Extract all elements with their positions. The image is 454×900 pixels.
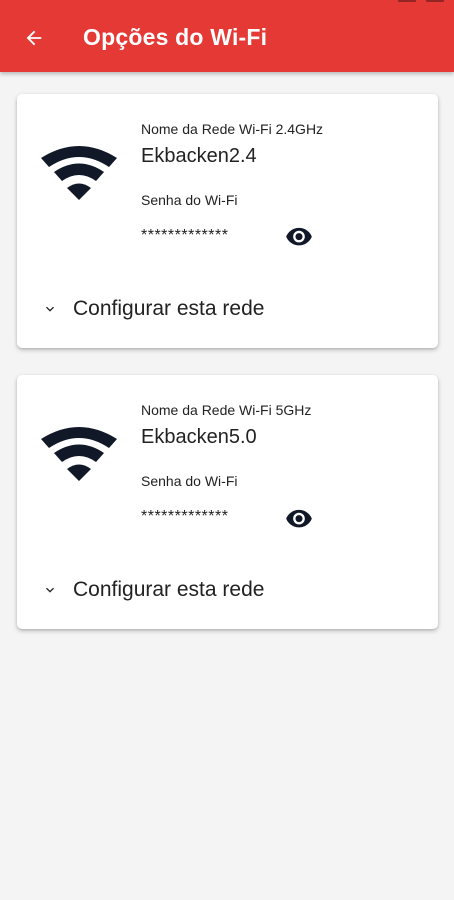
password-value: ************* bbox=[141, 508, 229, 525]
show-password-button[interactable] bbox=[285, 507, 313, 529]
network-name-label: Nome da Rede Wi-Fi 5GHz bbox=[141, 402, 312, 418]
page-title: Opções do Wi-Fi bbox=[83, 24, 268, 50]
network-card-2-4ghz: Nome da Rede Wi-Fi 2.4GHz Ekbacken2.4 Se… bbox=[17, 94, 438, 348]
password-label: Senha do Wi-Fi bbox=[141, 473, 238, 489]
arrow-back-icon bbox=[26, 30, 42, 46]
network-name: Ekbacken2.4 bbox=[141, 145, 257, 167]
status-bar-icons bbox=[398, 0, 444, 4]
app-bar: Opções do Wi-Fi bbox=[0, 0, 454, 72]
configure-network-toggle[interactable]: Configurar esta rede bbox=[41, 573, 264, 607]
show-password-button[interactable] bbox=[285, 225, 313, 247]
password-value: ************* bbox=[141, 227, 229, 244]
configure-network-label: Configurar esta rede bbox=[73, 297, 265, 320]
wifi-icon bbox=[41, 427, 117, 481]
eye-icon bbox=[286, 509, 312, 528]
network-name-label: Nome da Rede Wi-Fi 2.4GHz bbox=[141, 121, 324, 137]
eye-icon bbox=[286, 227, 312, 246]
chevron-down-icon bbox=[41, 300, 59, 318]
configure-network-label: Configurar esta rede bbox=[73, 578, 265, 601]
password-label: Senha do Wi-Fi bbox=[141, 192, 238, 208]
network-name: Ekbacken5.0 bbox=[141, 426, 257, 448]
network-card-5ghz: Nome da Rede Wi-Fi 5GHz Ekbacken5.0 Senh… bbox=[17, 375, 438, 629]
chevron-down-icon bbox=[41, 581, 59, 599]
back-button[interactable] bbox=[18, 22, 50, 54]
wifi-icon bbox=[41, 146, 117, 200]
configure-network-toggle[interactable]: Configurar esta rede bbox=[41, 292, 264, 326]
